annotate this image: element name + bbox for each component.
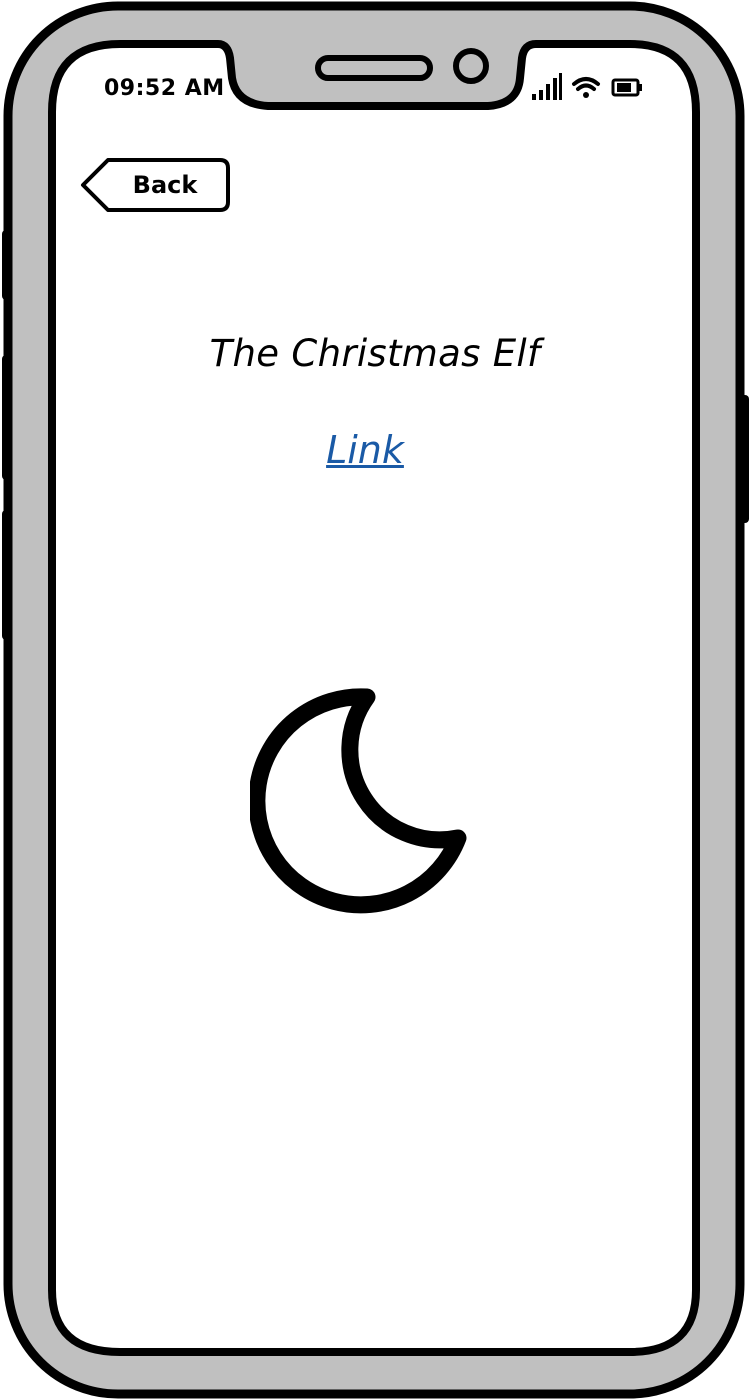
status-time: 09:52 AM (104, 76, 225, 101)
wifi-icon (572, 77, 600, 98)
page-title: The Christmas Elf (209, 332, 541, 375)
moon-icon (250, 688, 467, 914)
battery-icon (611, 78, 642, 97)
content-link[interactable]: Link (326, 428, 404, 472)
back-button[interactable]: Back (80, 158, 230, 212)
signal-icon (532, 73, 562, 100)
phone-mockup: 09:52 AM Back The Christmas Elf Link (0, 0, 750, 1400)
content-link-row: Link (0, 428, 730, 472)
status-icons (532, 73, 642, 100)
back-button-label: Back (132, 171, 198, 199)
